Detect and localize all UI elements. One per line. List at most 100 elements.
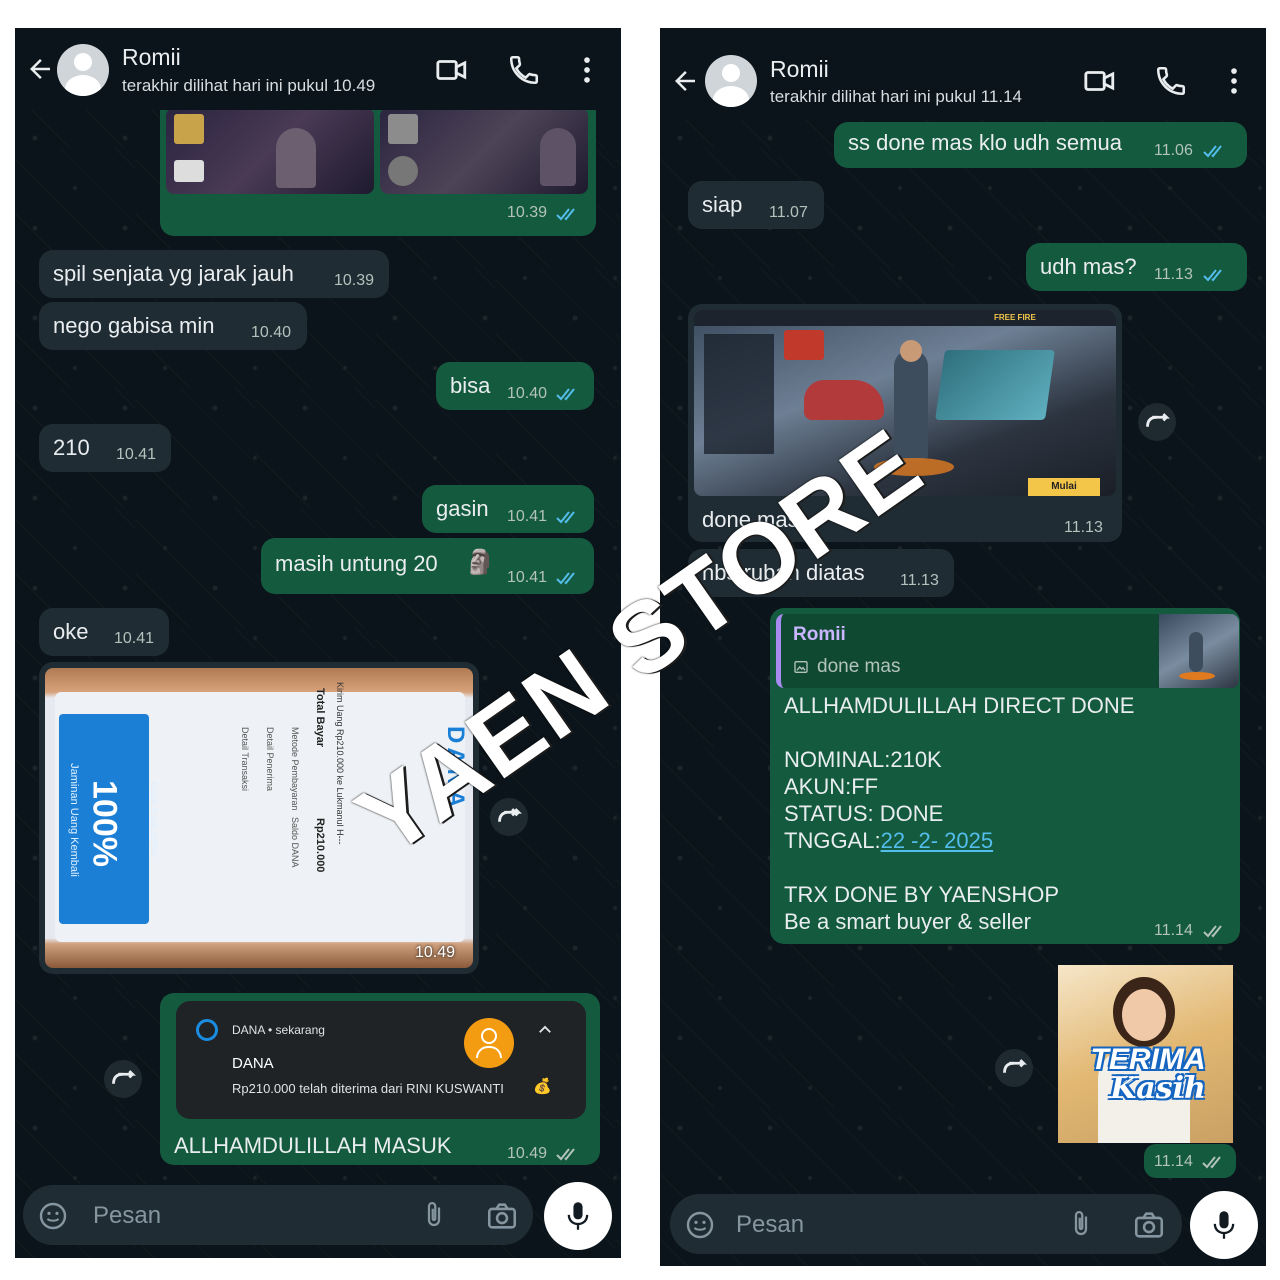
- receipt-label: Total Bayar: [314, 688, 326, 748]
- message-time: 10.41: [114, 630, 155, 647]
- sticker-timestamp-pill: 11.14: [1144, 1144, 1236, 1178]
- order-date-label: TNGGAL:: [784, 828, 881, 853]
- camera-icon[interactable]: [485, 1199, 519, 1233]
- money-bag-emoji: 💰: [533, 1078, 552, 1095]
- message-input-placeholder[interactable]: Pesan: [93, 1202, 161, 1230]
- emoji-sticker-icon[interactable]: [37, 1200, 69, 1232]
- read-ticks-icon: [556, 511, 575, 524]
- attachment-icon[interactable]: [419, 1200, 449, 1230]
- message-text: oke: [53, 619, 89, 644]
- receipt-total-value: Rp210.000: [314, 818, 326, 873]
- message-input-placeholder[interactable]: Pesan: [736, 1211, 804, 1239]
- receipt-label: Detail Transaksi: [240, 727, 250, 792]
- message-image-bubble[interactable]: 10.39: [160, 88, 596, 236]
- message-text: bisa: [450, 373, 491, 398]
- forward-button[interactable]: [104, 1060, 142, 1098]
- order-line: STATUS: DONE: [784, 801, 944, 826]
- quoted-message[interactable]: Romii done mas: [776, 614, 1239, 688]
- voice-call-icon[interactable]: [507, 53, 541, 87]
- message-bubble-outgoing[interactable]: bisa 10.40: [436, 362, 594, 410]
- message-time: 10.40: [507, 385, 548, 402]
- more-options-icon[interactable]: [1217, 64, 1251, 98]
- message-text: ALLHAMDULILLAH MASUK: [174, 1133, 452, 1158]
- message-time: 10.40: [251, 324, 292, 341]
- order-line: AKUN:FF: [784, 774, 879, 799]
- message-bubble-incoming[interactable]: oke 10.41: [39, 608, 169, 656]
- moai-emoji: 🗿: [465, 549, 495, 576]
- order-confirmation-text: ALLHAMDULILLAH DIRECT DONE NOMINAL:210K …: [784, 692, 1134, 935]
- message-input-bar[interactable]: Pesan: [23, 1185, 533, 1245]
- message-text: spil senjata yg jarak jauh: [53, 261, 294, 286]
- message-bubble-outgoing[interactable]: masih untung 20 🗿 10.41: [261, 538, 594, 594]
- notification-title: DANA: [232, 1055, 274, 1072]
- message-bubble-incoming[interactable]: spil senjata yg jarak jauh 10.39: [39, 250, 389, 298]
- more-options-icon[interactable]: [570, 53, 604, 87]
- quoted-thumbnail: [1159, 614, 1239, 688]
- order-line: TNGGAL:22 -2- 2025: [784, 827, 1134, 854]
- forward-button[interactable]: [995, 1049, 1033, 1087]
- message-time: 11.13: [1154, 266, 1193, 283]
- game-start-button: Mulai: [1028, 478, 1100, 496]
- microphone-icon: [567, 1202, 589, 1230]
- forward-icon: [1146, 413, 1170, 427]
- back-arrow-icon[interactable]: [670, 66, 700, 96]
- message-time: 10.39: [334, 272, 375, 289]
- message-image-bubble[interactable]: DANA • sekarang DANA Rp210.000 telah dit…: [160, 993, 600, 1165]
- read-ticks-icon: [556, 208, 575, 221]
- message-time: 10.41: [507, 569, 548, 586]
- order-line: Be a smart buyer & seller: [784, 909, 1031, 934]
- avatar[interactable]: [705, 55, 757, 107]
- voice-call-icon[interactable]: [1154, 64, 1188, 98]
- promo-banner: 100% Jaminan Uang Kembali Aman Pakai DAN…: [59, 714, 159, 924]
- order-line: ALLHAMDULILLAH DIRECT DONE: [784, 693, 1135, 718]
- back-arrow-icon[interactable]: [25, 54, 55, 84]
- message-time: 11.13: [1064, 519, 1103, 536]
- notification-body: Rp210.000 telah diterima dari RINI KUSWA…: [232, 1081, 504, 1096]
- message-text: nego gabisa min: [53, 313, 215, 338]
- dana-notification-screenshot[interactable]: DANA • sekarang DANA Rp210.000 telah dit…: [176, 1001, 586, 1119]
- order-line: TRX DONE BY YAENSHOP: [784, 882, 1060, 907]
- game-topbar: [694, 310, 1116, 326]
- dana-app-icon: [196, 1019, 218, 1041]
- game-logo: FREE FIRE: [994, 313, 1036, 322]
- message-time: 11.07: [769, 204, 808, 221]
- forward-icon: [112, 1070, 136, 1084]
- avatar[interactable]: [57, 44, 109, 96]
- message-time: 10.39: [507, 204, 548, 221]
- message-bubble-incoming[interactable]: 210 10.41: [39, 424, 171, 472]
- thank-you-sticker[interactable]: TERIMA Kasih: [1058, 965, 1233, 1143]
- message-input-bar[interactable]: Pesan: [670, 1194, 1182, 1254]
- forward-button[interactable]: [1138, 403, 1176, 441]
- message-bubble-outgoing[interactable]: udh mas? 11.13: [1026, 243, 1247, 291]
- chat-header: Romii terakhir dilihat hari ini pukul 10…: [15, 28, 621, 110]
- emoji-sticker-icon[interactable]: [684, 1209, 716, 1241]
- message-time: 11.14: [1154, 922, 1193, 939]
- message-time: 10.49: [415, 944, 456, 961]
- game-screenshot-thumb[interactable]: [380, 108, 588, 194]
- chevron-up-icon[interactable]: [536, 1021, 554, 1039]
- contact-name[interactable]: Romii: [770, 56, 829, 83]
- order-date-link[interactable]: 22 -2- 2025: [881, 828, 994, 853]
- video-call-icon[interactable]: [1083, 64, 1117, 98]
- camera-icon[interactable]: [1132, 1208, 1166, 1242]
- voice-message-button[interactable]: [544, 1182, 612, 1250]
- microphone-icon: [1213, 1211, 1235, 1239]
- quoted-sender: Romii: [793, 624, 846, 645]
- message-bubble-outgoing[interactable]: gasin 10.41: [422, 485, 594, 533]
- last-seen-status: terakhir dilihat hari ini pukul 10.49: [122, 76, 376, 95]
- game-screenshot-thumb[interactable]: [166, 108, 374, 194]
- message-text: udh mas?: [1040, 254, 1137, 279]
- chat-header: Romii terakhir dilihat hari ini pukul 11…: [660, 28, 1266, 120]
- message-text: masih untung 20: [275, 551, 438, 576]
- message-bubble-incoming[interactable]: siap 11.07: [688, 181, 824, 229]
- contact-name[interactable]: Romii: [122, 44, 181, 71]
- message-bubble-outgoing[interactable]: Romii done mas ALLHAMDULILLAH DIRECT DON…: [770, 608, 1240, 944]
- message-bubble-incoming[interactable]: nego gabisa min 10.40: [39, 302, 307, 350]
- attachment-icon[interactable]: [1066, 1209, 1096, 1239]
- order-line: NOMINAL:210K: [784, 747, 942, 772]
- message-time: 10.49: [507, 1145, 548, 1162]
- video-call-icon[interactable]: [435, 53, 469, 87]
- voice-message-button[interactable]: [1190, 1191, 1258, 1259]
- notification-app: DANA • sekarang: [232, 1023, 325, 1037]
- message-bubble-outgoing[interactable]: ss done mas klo udh semua 11.06: [834, 122, 1247, 168]
